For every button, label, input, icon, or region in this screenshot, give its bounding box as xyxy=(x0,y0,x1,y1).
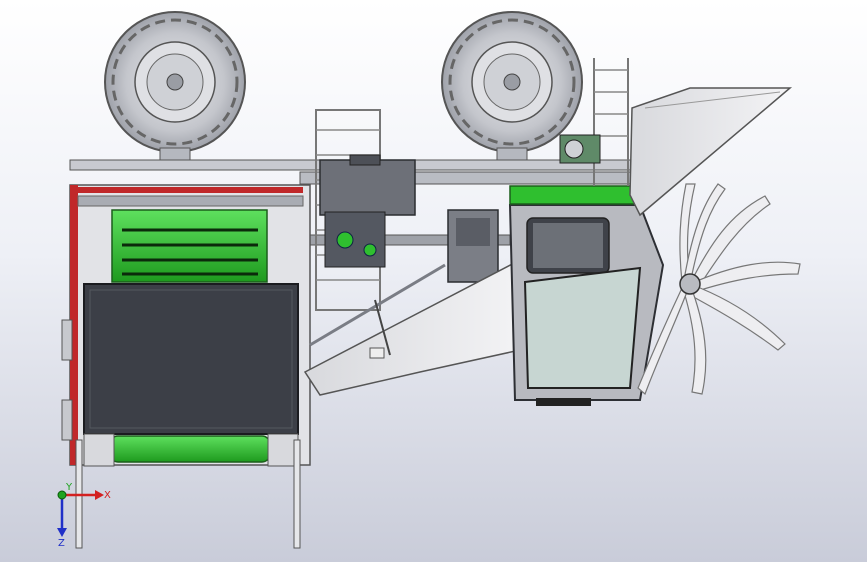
y-axis-dot xyxy=(57,490,67,500)
gearbox xyxy=(447,209,499,283)
rotor-fan xyxy=(637,183,801,396)
operator-cab xyxy=(508,185,665,406)
cad-viewport[interactable]: X Y Z xyxy=(0,0,867,562)
dark-hood-panel xyxy=(83,283,299,435)
engine-block xyxy=(319,154,416,268)
green-roller-bottom xyxy=(83,433,299,467)
x-axis-label: X xyxy=(104,490,111,501)
coordinate-triad: X Y Z xyxy=(57,482,111,549)
y-axis-label: Y xyxy=(65,482,73,493)
z-axis-label: Z xyxy=(58,538,65,549)
green-conveyor-top xyxy=(111,209,268,283)
rear-left-tire xyxy=(104,11,246,163)
green-motor xyxy=(559,134,601,164)
